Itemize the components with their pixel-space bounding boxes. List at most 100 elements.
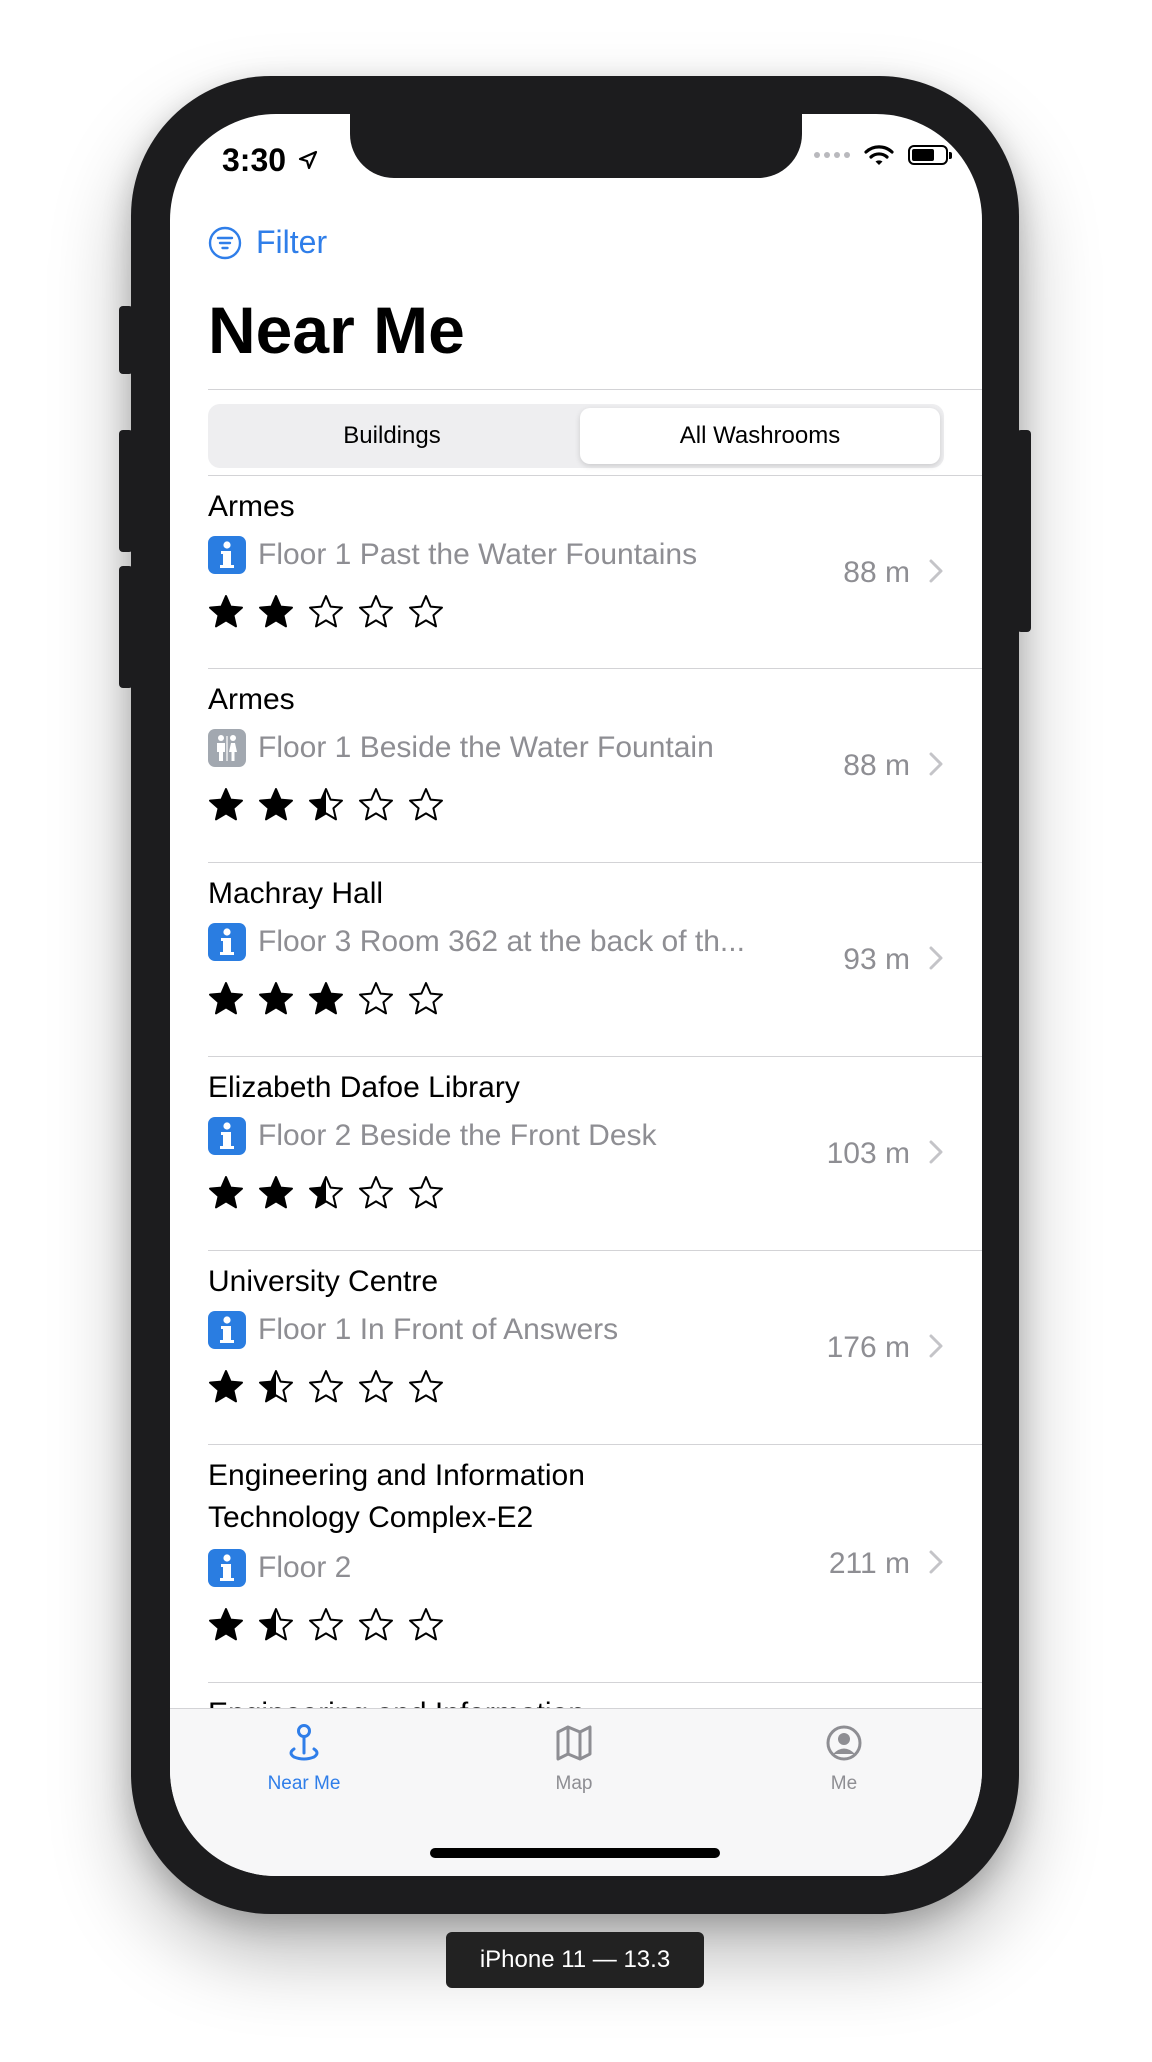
star-half-icon — [309, 788, 343, 821]
star-empty-icon — [359, 1176, 393, 1209]
chevron-right-icon — [929, 1140, 943, 1164]
volume-down-button — [119, 566, 133, 688]
star-rating — [208, 594, 444, 630]
page-title: Near Me — [208, 293, 465, 367]
star-empty-icon — [409, 1176, 443, 1209]
star-empty-icon — [409, 595, 443, 628]
chevron-right-icon — [929, 752, 943, 776]
restroom-icon — [208, 729, 246, 767]
notch — [350, 114, 802, 178]
star-rating — [208, 981, 444, 1017]
info-icon — [208, 536, 246, 574]
header-divider — [208, 389, 982, 390]
tab-near-me[interactable]: Near Me — [204, 1723, 404, 1795]
chevron-right-icon — [929, 1334, 943, 1358]
star-rating — [208, 1369, 444, 1405]
tab-label: Me — [830, 1773, 858, 1794]
info-icon — [208, 1549, 246, 1587]
star-empty-icon — [359, 788, 393, 821]
power-button — [1017, 430, 1031, 632]
star-filled-icon — [259, 595, 293, 628]
star-empty-icon — [409, 1370, 443, 1403]
info-icon — [208, 1311, 246, 1349]
list-item[interactable]: Engineering and Information Technology C… — [170, 1445, 982, 1683]
star-empty-icon — [309, 1370, 343, 1403]
star-filled-icon — [209, 1176, 243, 1209]
location-line: Floor 3 Room 362 at the back of th... — [208, 923, 745, 961]
segment-all-washrooms[interactable]: All Washrooms — [580, 408, 940, 464]
location-text: Floor 2 — [258, 1551, 352, 1584]
washroom-list: Armes Floor 1 Past the Water Fountains 8… — [170, 476, 982, 1824]
segmented-control: Buildings All Washrooms — [208, 404, 944, 468]
star-filled-icon — [259, 788, 293, 821]
status-indicators — [814, 144, 952, 166]
filter-button[interactable]: Filter — [208, 224, 327, 261]
list-item[interactable]: University Centre Floor 1 In Front of An… — [170, 1251, 982, 1445]
star-empty-icon — [359, 982, 393, 1015]
building-name: Machray Hall — [208, 877, 384, 910]
volume-up-button — [119, 430, 133, 552]
tab-label: Near Me — [267, 1773, 341, 1794]
star-filled-icon — [259, 1176, 293, 1209]
segment-buildings[interactable]: Buildings — [212, 408, 572, 464]
star-half-icon — [259, 1608, 293, 1641]
wifi-icon — [864, 145, 894, 165]
list-item[interactable]: Elizabeth Dafoe Library Floor 2 Beside t… — [170, 1057, 982, 1251]
location-line: Floor 2 Beside the Front Desk — [208, 1117, 657, 1155]
star-empty-icon — [409, 1608, 443, 1641]
cellular-signal-icon — [814, 152, 850, 158]
star-empty-icon — [359, 595, 393, 628]
star-filled-icon — [209, 982, 243, 1015]
location-text: Floor 3 Room 362 at the back of th... — [258, 925, 745, 958]
tab-map[interactable]: Map — [474, 1723, 674, 1795]
pin-icon — [289, 1724, 319, 1761]
location-line: Floor 1 Beside the Water Fountain — [208, 729, 714, 767]
list-item[interactable]: Machray Hall Floor 3 Room 362 at the bac… — [170, 863, 982, 1057]
star-empty-icon — [309, 1608, 343, 1641]
map-icon — [556, 1725, 592, 1761]
star-filled-icon — [309, 982, 343, 1015]
home-indicator — [430, 1848, 720, 1858]
battery-icon — [908, 145, 952, 165]
location-line: Floor 1 Past the Water Fountains — [208, 536, 697, 574]
list-item[interactable]: Armes Floor 1 Beside the Water Fountain … — [170, 669, 982, 863]
filter-label: Filter — [256, 224, 328, 260]
distance-label: 88 m — [843, 556, 910, 589]
distance-label: 88 m — [843, 749, 910, 782]
distance-label: 93 m — [843, 943, 910, 976]
star-empty-icon — [409, 982, 443, 1015]
distance-label: 103 m — [826, 1137, 910, 1170]
location-text: Floor 1 Beside the Water Fountain — [258, 731, 714, 764]
star-filled-icon — [209, 595, 243, 628]
person-circle-icon — [826, 1725, 862, 1761]
location-text: Floor 1 Past the Water Fountains — [258, 538, 698, 571]
star-rating — [208, 787, 444, 823]
location-line: Floor 1 In Front of Answers — [208, 1311, 618, 1349]
star-half-icon — [309, 1176, 343, 1209]
star-empty-icon — [359, 1608, 393, 1641]
info-icon — [208, 1117, 246, 1155]
star-empty-icon — [309, 595, 343, 628]
location-arrow-icon — [298, 150, 318, 170]
building-name: Armes — [208, 490, 295, 523]
star-filled-icon — [209, 1608, 243, 1641]
chevron-right-icon — [929, 559, 943, 583]
star-empty-icon — [409, 788, 443, 821]
star-empty-icon — [359, 1370, 393, 1403]
distance-label: 176 m — [826, 1331, 910, 1364]
building-name: Elizabeth Dafoe Library — [208, 1071, 520, 1104]
list-item[interactable]: Armes Floor 1 Past the Water Fountains 8… — [170, 476, 982, 669]
distance-label: 211 m — [828, 1547, 910, 1580]
location-text: Floor 2 Beside the Front Desk — [258, 1119, 657, 1152]
filter-icon — [208, 226, 242, 259]
star-rating — [208, 1175, 444, 1211]
building-name: Engineering and Information Technology C… — [208, 1459, 585, 1534]
screen: 3:30 Filter Near Me Buildings All Washro… — [170, 114, 982, 1876]
info-icon — [208, 923, 246, 961]
tab-me[interactable]: Me — [744, 1723, 944, 1795]
star-filled-icon — [209, 788, 243, 821]
star-rating — [208, 1607, 444, 1643]
building-name: Armes — [208, 683, 295, 716]
star-filled-icon — [209, 1370, 243, 1403]
location-text: Floor 1 In Front of Answers — [258, 1313, 619, 1346]
